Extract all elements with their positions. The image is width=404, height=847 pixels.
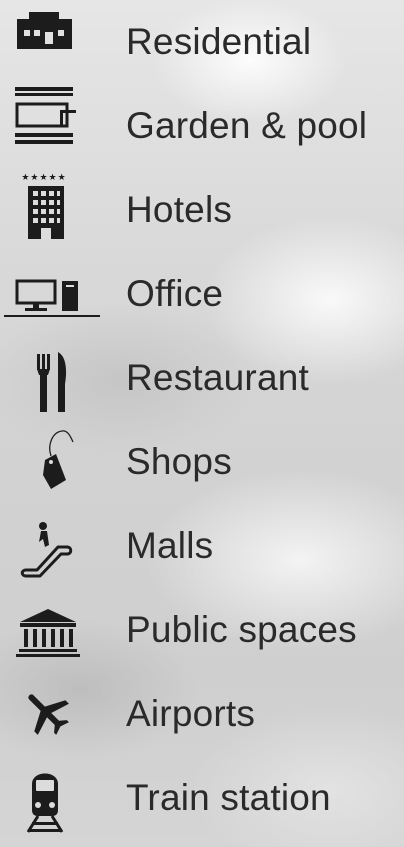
airplane-icon [0,672,118,756]
category-item-malls[interactable]: Malls [0,504,404,588]
category-item-shops[interactable]: Shops [0,420,404,504]
category-item-airports[interactable]: Airports [0,672,404,756]
category-label-shops: Shops [126,441,232,482]
category-list: Residential Garden & pool ★★★★★ Hotels O… [0,0,404,847]
escalator-icon [0,504,118,588]
price-tag-icon [0,420,118,504]
fork-knife-icon [0,336,118,420]
category-item-residential[interactable]: Residential [0,0,404,84]
category-item-train-station[interactable]: Train station [0,756,404,840]
category-label-hotels: Hotels [126,189,233,230]
category-item-hotels[interactable]: ★★★★★ Hotels [0,168,404,252]
category-label-train-station: Train station [126,777,331,818]
category-item-restaurant[interactable]: Restaurant [0,336,404,420]
category-label-office: Office [126,273,224,314]
category-label-public-spaces: Public spaces [126,609,357,650]
category-label-restaurant: Restaurant [126,357,309,398]
category-label-garden-pool: Garden & pool [126,105,368,146]
garden-pool-icon [0,84,118,168]
category-item-office[interactable]: Office [0,252,404,336]
public-building-icon [0,588,118,672]
category-label-airports: Airports [126,693,256,734]
building-icon [0,0,118,84]
category-item-public-spaces[interactable]: Public spaces [0,588,404,672]
train-icon [0,756,118,840]
office-computer-icon [0,252,118,336]
category-label-residential: Residential [126,21,312,62]
hotel-stars: ★★★★★ [21,173,66,183]
category-label-malls: Malls [126,525,214,566]
hotel-icon: ★★★★★ [0,168,118,252]
category-item-garden-pool[interactable]: Garden & pool [0,84,404,168]
